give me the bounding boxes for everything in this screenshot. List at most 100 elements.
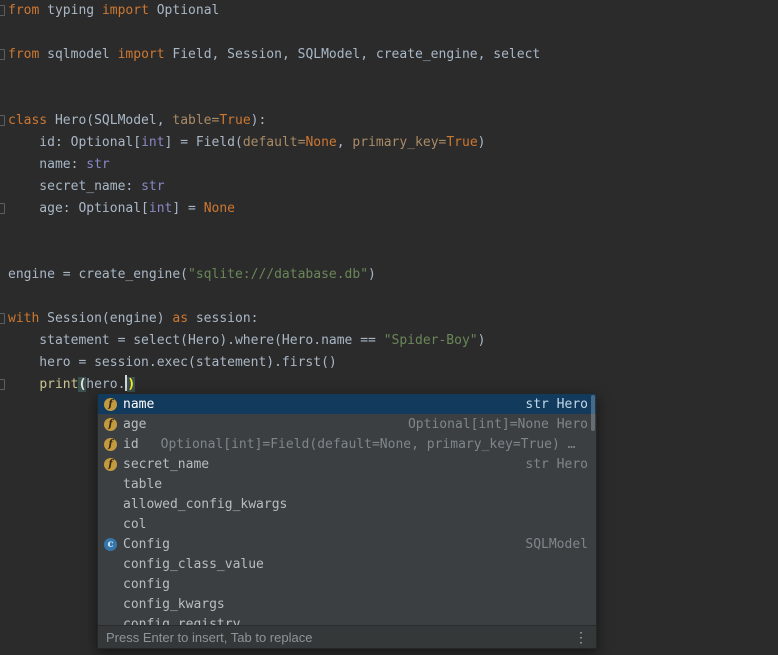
code-token: str [86,157,109,172]
code-token: id: Optional[ [8,135,141,150]
gutter-icon[interactable] [0,203,5,214]
code-line[interactable]: statement = select(Hero).where(Hero.name… [0,330,778,352]
code-token: Field, Session, SQLModel, create_engine,… [165,47,541,62]
code-token: typing [39,3,102,18]
code-line[interactable]: from sqlmodel import Field, Session, SQL… [0,44,778,66]
completion-item[interactable]: config [98,574,596,594]
completion-item-label: allowed_config_kwargs [123,497,287,512]
completion-item-label: age [123,417,146,432]
no-icon [104,518,117,531]
code-token: class [8,113,47,128]
code-line[interactable] [0,286,778,308]
completion-item[interactable]: config_kwargs [98,594,596,614]
code-token: ) [478,333,486,348]
code-token: from [8,47,39,62]
completion-item-label: col [123,517,146,532]
code-token: sqlmodel [39,47,117,62]
code-line[interactable]: engine = create_engine("sqlite:///databa… [0,264,778,286]
completion-item[interactable]: col [98,514,596,534]
code-token: ] = Field( [165,135,243,150]
code-token: True [446,135,477,150]
code-token: ) [478,135,486,150]
code-token: ) [368,267,376,282]
code-token: default= [243,135,306,150]
code-token: age: Optional[ [8,201,149,216]
code-token: hero. [86,377,125,392]
code-token: print [39,377,78,392]
completion-item-type: str Hero [525,397,588,412]
no-icon [104,578,117,591]
completion-item[interactable]: f secret_name str Hero [98,454,596,474]
completion-item[interactable]: fidOptional[int]=Field(default=None, pri… [98,434,596,454]
field-icon: f [104,458,117,471]
code-line[interactable]: name: str [0,154,778,176]
code-line[interactable]: with Session(engine) as session: [0,308,778,330]
completion-item-type: Optional[int]=None Hero [408,417,588,432]
no-icon [104,558,117,571]
code-token: table= [172,113,219,128]
code-line[interactable] [0,220,778,242]
completion-item-type: str Hero [525,457,588,472]
code-line[interactable]: hero = session.exec(statement).first() [0,352,778,374]
completion-item[interactable]: config_class_value [98,554,596,574]
gutter-icon[interactable] [0,49,5,60]
completion-item[interactable]: table [98,474,596,494]
code-line[interactable]: from typing import Optional [0,0,778,22]
code-token: ): [251,113,267,128]
code-token: int [149,201,172,216]
completion-item-label: config_class_value [123,557,264,572]
completion-item[interactable]: cConfigSQLModel [98,534,596,554]
gutter-icon[interactable] [0,115,5,126]
code-line[interactable]: age: Optional[int] = None [0,198,778,220]
gutter-icon[interactable] [0,313,5,324]
completion-item-label: id [123,437,139,452]
completion-list: fnamestr HerofageOptional[int]=None Hero… [98,394,596,625]
completion-item-label: table [123,477,162,492]
code-token: ) [127,377,135,392]
field-icon: f [104,438,117,451]
kebab-menu-icon[interactable]: ⋮ [574,630,588,644]
code-token: import [102,3,149,18]
code-token: import [118,47,165,62]
no-icon [104,598,117,611]
code-token [8,377,39,392]
code-line[interactable] [0,22,778,44]
completion-popup: fnamestr HerofageOptional[int]=None Hero… [97,393,597,649]
completion-footer-hint: Press Enter to insert, Tab to replace [106,630,312,645]
field-icon: f [104,398,117,411]
completion-item[interactable]: fnamestr Hero [98,394,596,414]
code-lines: from typing import Optionalfrom sqlmodel… [0,0,778,396]
code-token: from [8,3,39,18]
gutter-icon[interactable] [0,379,5,390]
code-token: "Spider-Boy" [384,333,478,348]
completion-item[interactable]: fage Optional[int]=None Hero [98,414,596,434]
code-token: as [172,311,188,326]
code-token: secret_name: [8,179,141,194]
completion-item-type: SQLModel [525,537,588,552]
completion-item-label: config_kwargs [123,597,225,612]
completion-item[interactable]: allowed_config_kwargs [98,494,596,514]
code-line[interactable]: secret_name: str [0,176,778,198]
no-icon [104,498,117,511]
code-token: str [141,179,164,194]
field-icon: f [104,418,117,431]
code-line[interactable] [0,242,778,264]
code-token: , [337,135,353,150]
code-line[interactable] [0,66,778,88]
completion-item-label: Config [123,537,170,552]
popup-scrollbar-thumb[interactable] [591,395,595,431]
completion-item[interactable]: config_registry [98,614,596,625]
code-line[interactable]: id: Optional[int] = Field(default=None, … [0,132,778,154]
code-token: None [305,135,336,150]
code-line[interactable] [0,88,778,110]
gutter-icon[interactable] [0,5,5,16]
code-token: Hero(SQLModel, [47,113,172,128]
completion-item-label: config_registry [123,617,240,626]
code-token: "sqlite:///database.db" [188,267,368,282]
code-token: with [8,311,39,326]
completion-item-label: secret_name [123,457,209,472]
code-token: primary_key= [352,135,446,150]
code-line[interactable]: class Hero(SQLModel, table=True): [0,110,778,132]
no-icon [104,618,117,626]
code-token: ] = [172,201,203,216]
